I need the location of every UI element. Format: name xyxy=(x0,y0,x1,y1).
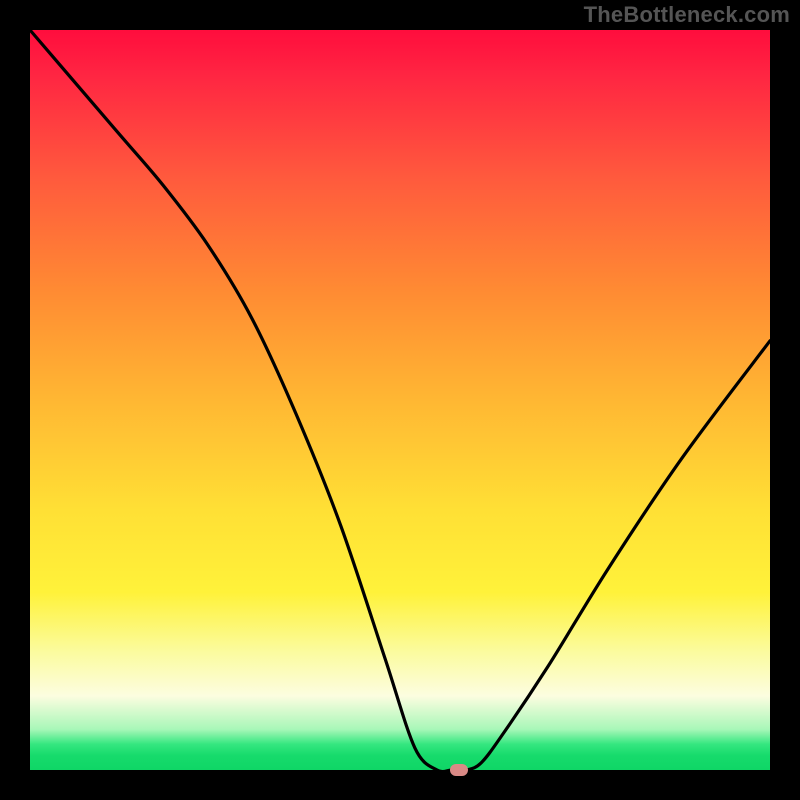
chart-frame: TheBottleneck.com xyxy=(0,0,800,800)
watermark-text: TheBottleneck.com xyxy=(584,2,790,28)
minimum-marker xyxy=(450,764,468,776)
bottleneck-curve xyxy=(30,30,770,770)
plot-area xyxy=(30,30,770,770)
